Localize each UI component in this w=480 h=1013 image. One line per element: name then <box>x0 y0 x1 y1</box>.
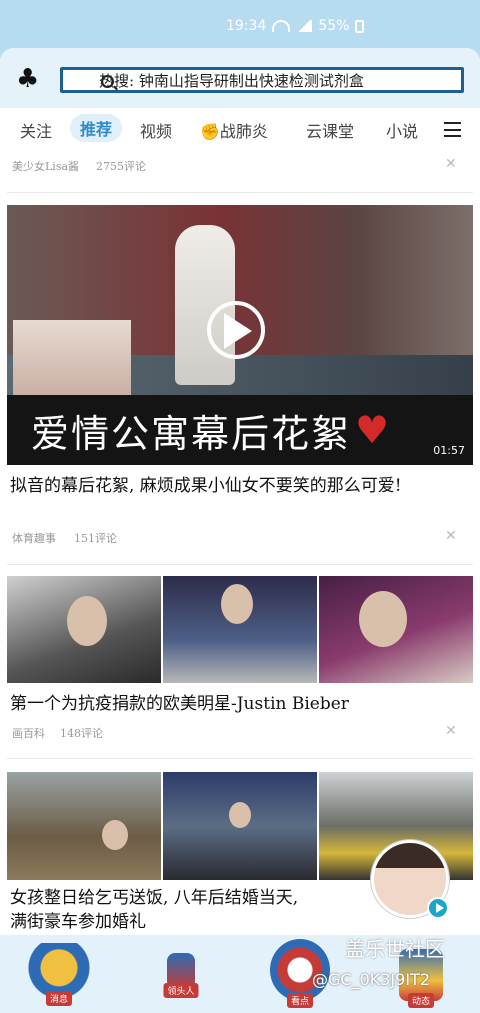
item1-title[interactable]: 拟音的幕后花絮, 麻烦成果小仙女不要笑的那么可爱! <box>10 474 460 498</box>
live-badge-icon[interactable] <box>427 897 449 919</box>
video-duration: 01:57 <box>433 444 465 457</box>
image-face <box>102 820 128 850</box>
image-face <box>359 591 407 647</box>
dismiss-icon[interactable]: ✕ <box>445 723 457 739</box>
play-triangle <box>224 313 252 349</box>
search-icon <box>101 75 114 88</box>
menu-icon[interactable] <box>444 122 461 137</box>
item0-comments: 2755评论 <box>96 160 146 173</box>
nav-leader[interactable]: 领头人 <box>163 953 199 1003</box>
fist-icon: ✊ <box>200 122 220 141</box>
tab-fight-pneumonia[interactable]: ✊战肺炎 <box>200 118 268 142</box>
news-image[interactable] <box>7 576 161 683</box>
status-bar: 19:34 55% <box>0 0 480 48</box>
signal-icon <box>296 20 313 32</box>
video-caption-text: 爱情公寓幕后花絮 <box>31 411 352 456</box>
item2-title[interactable]: 第一个为抗疫捐款的欧美明星-Justin Bieber <box>10 692 460 716</box>
news-image[interactable] <box>319 576 473 683</box>
news-image[interactable] <box>163 772 317 880</box>
news-image[interactable] <box>7 772 161 880</box>
watermark: 盖乐世社区 <box>345 937 445 961</box>
battery-percent: 55% <box>318 18 350 34</box>
divider <box>7 564 473 565</box>
video-caption: 爱情公寓幕后花絮 ♥ <box>7 395 473 465</box>
nav-leader-label: 领头人 <box>163 983 199 998</box>
dismiss-icon[interactable]: ✕ <box>445 156 457 172</box>
nav-highlights-label: 看点 <box>286 993 314 1008</box>
nav-messages[interactable]: 消息 <box>22 943 96 1009</box>
news-image[interactable] <box>163 576 317 683</box>
dismiss-icon[interactable]: ✕ <box>445 528 457 544</box>
club-logo-icon[interactable]: ♣ <box>16 64 39 94</box>
search-placeholder: 热搜: 钟南山指导研制出快速检测试剂盒 <box>99 71 364 90</box>
battery-icon <box>355 19 365 33</box>
image-face <box>67 596 107 646</box>
image-face <box>229 802 251 828</box>
image-face <box>221 584 253 624</box>
search-bar[interactable]: 热搜: 钟南山指导研制出快速检测试剂盒 <box>60 67 464 93</box>
item1-source: 体育趣事 <box>12 532 56 545</box>
item2-comments: 148评论 <box>60 727 103 740</box>
nav-messages-label: 消息 <box>45 991 73 1006</box>
tab-cloud-class[interactable]: 云课堂 <box>306 118 354 142</box>
heart-icon: ♥ <box>355 408 392 452</box>
divider <box>7 192 473 193</box>
video-thumbnail[interactable]: 爱情公寓幕后花絮 ♥ 01:57 <box>7 205 473 465</box>
item1-comments: 151评论 <box>74 532 117 545</box>
item2-source: 画百科 <box>12 727 45 740</box>
item3-title-line1[interactable]: 女孩整日给乞丐送饭, 八年后结婚当天, <box>10 886 370 910</box>
divider <box>7 758 473 759</box>
watermark-id: @GC_0K3J9IT2 <box>312 970 430 989</box>
tab-follow[interactable]: 关注 <box>20 118 52 142</box>
item3-title-line2[interactable]: 满街豪车参加婚礼 <box>10 910 370 934</box>
tab-fight-label: 战肺炎 <box>219 122 268 141</box>
tab-novel[interactable]: 小说 <box>386 118 418 142</box>
item0-source: 美少女Lisa酱 <box>12 160 80 173</box>
category-tabs: 关注 推荐 视频 ✊战肺炎 云课堂 小说 <box>0 112 480 148</box>
video-inset <box>13 320 131 395</box>
tab-video[interactable]: 视频 <box>140 118 172 142</box>
clock: 19:34 <box>226 18 267 34</box>
wifi-icon <box>272 20 291 32</box>
nav-dynamic-label: 动态 <box>407 993 435 1008</box>
tab-recommend[interactable]: 推荐 <box>70 114 123 142</box>
